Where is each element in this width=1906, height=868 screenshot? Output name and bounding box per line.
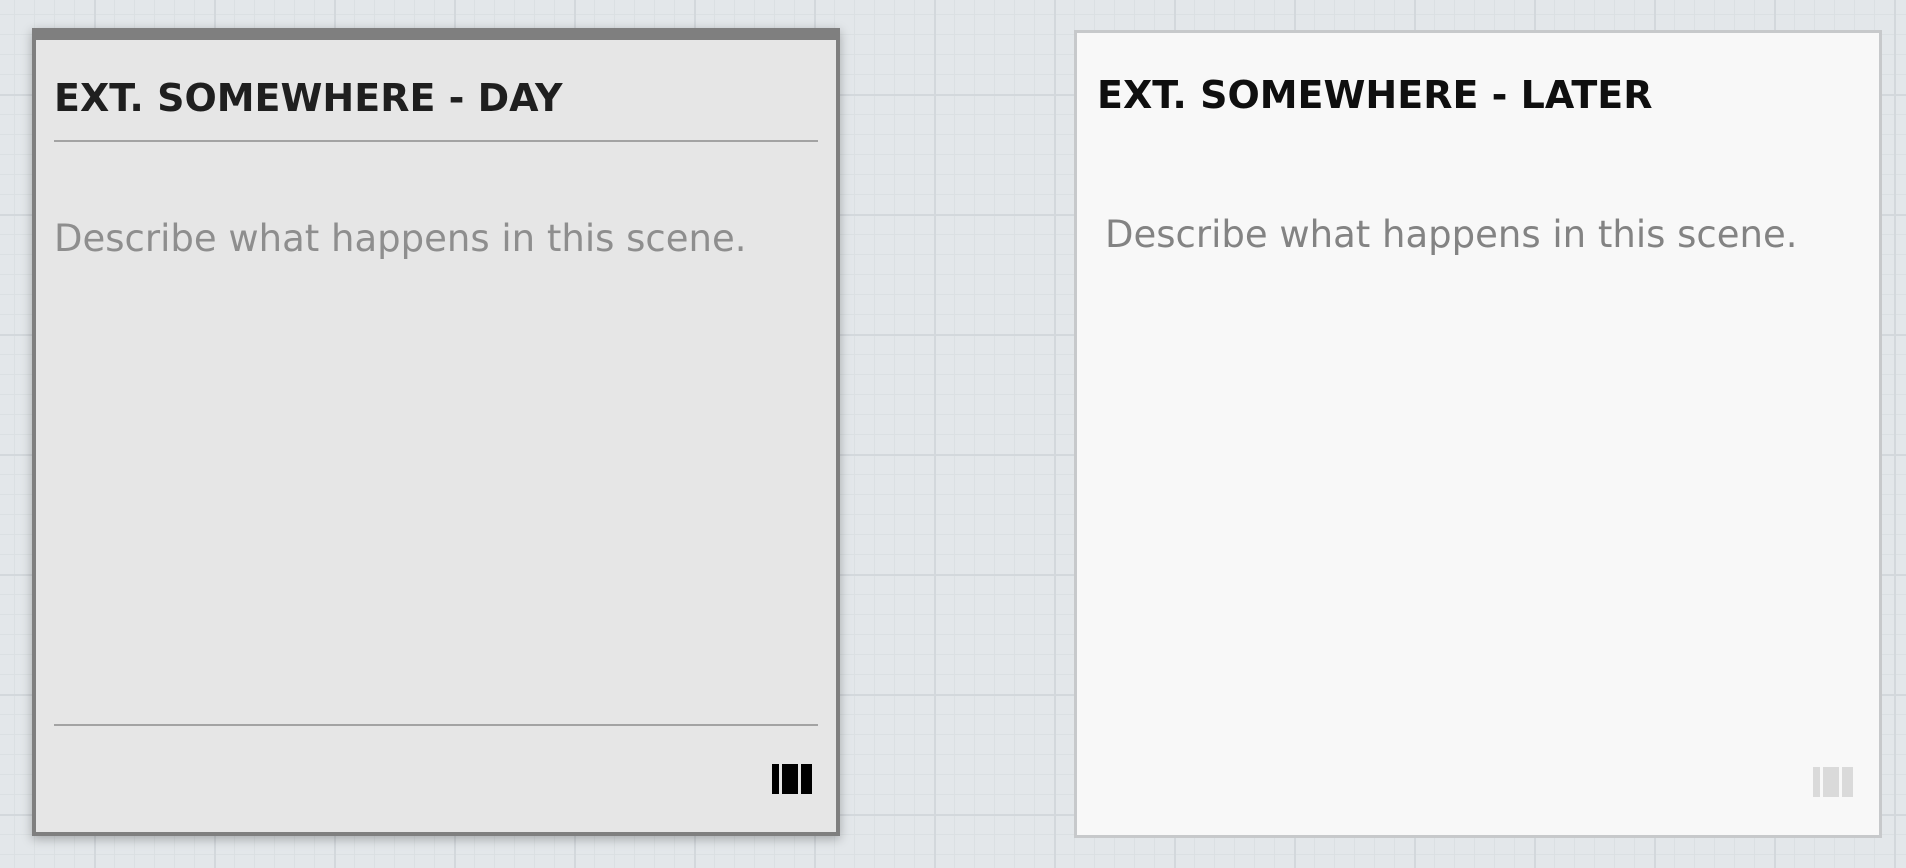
scene-heading[interactable]: EXT. SOMEWHERE - DAY bbox=[54, 76, 562, 120]
divider bbox=[54, 140, 818, 142]
scene-description-field[interactable]: Describe what happens in this scene. bbox=[54, 217, 747, 260]
scene-card-icon[interactable] bbox=[1813, 767, 1853, 797]
divider bbox=[54, 724, 818, 726]
scene-card-icon[interactable] bbox=[772, 764, 812, 794]
scene-description-field[interactable]: Describe what happens in this scene. bbox=[1105, 213, 1798, 256]
scene-canvas[interactable]: EXT. SOMEWHERE - DAY Describe what happe… bbox=[0, 0, 1906, 868]
scene-heading[interactable]: EXT. SOMEWHERE - LATER bbox=[1097, 73, 1652, 117]
scene-card[interactable]: EXT. SOMEWHERE - LATER Describe what hap… bbox=[1074, 30, 1882, 838]
scene-card-selected[interactable]: EXT. SOMEWHERE - DAY Describe what happe… bbox=[32, 28, 840, 836]
